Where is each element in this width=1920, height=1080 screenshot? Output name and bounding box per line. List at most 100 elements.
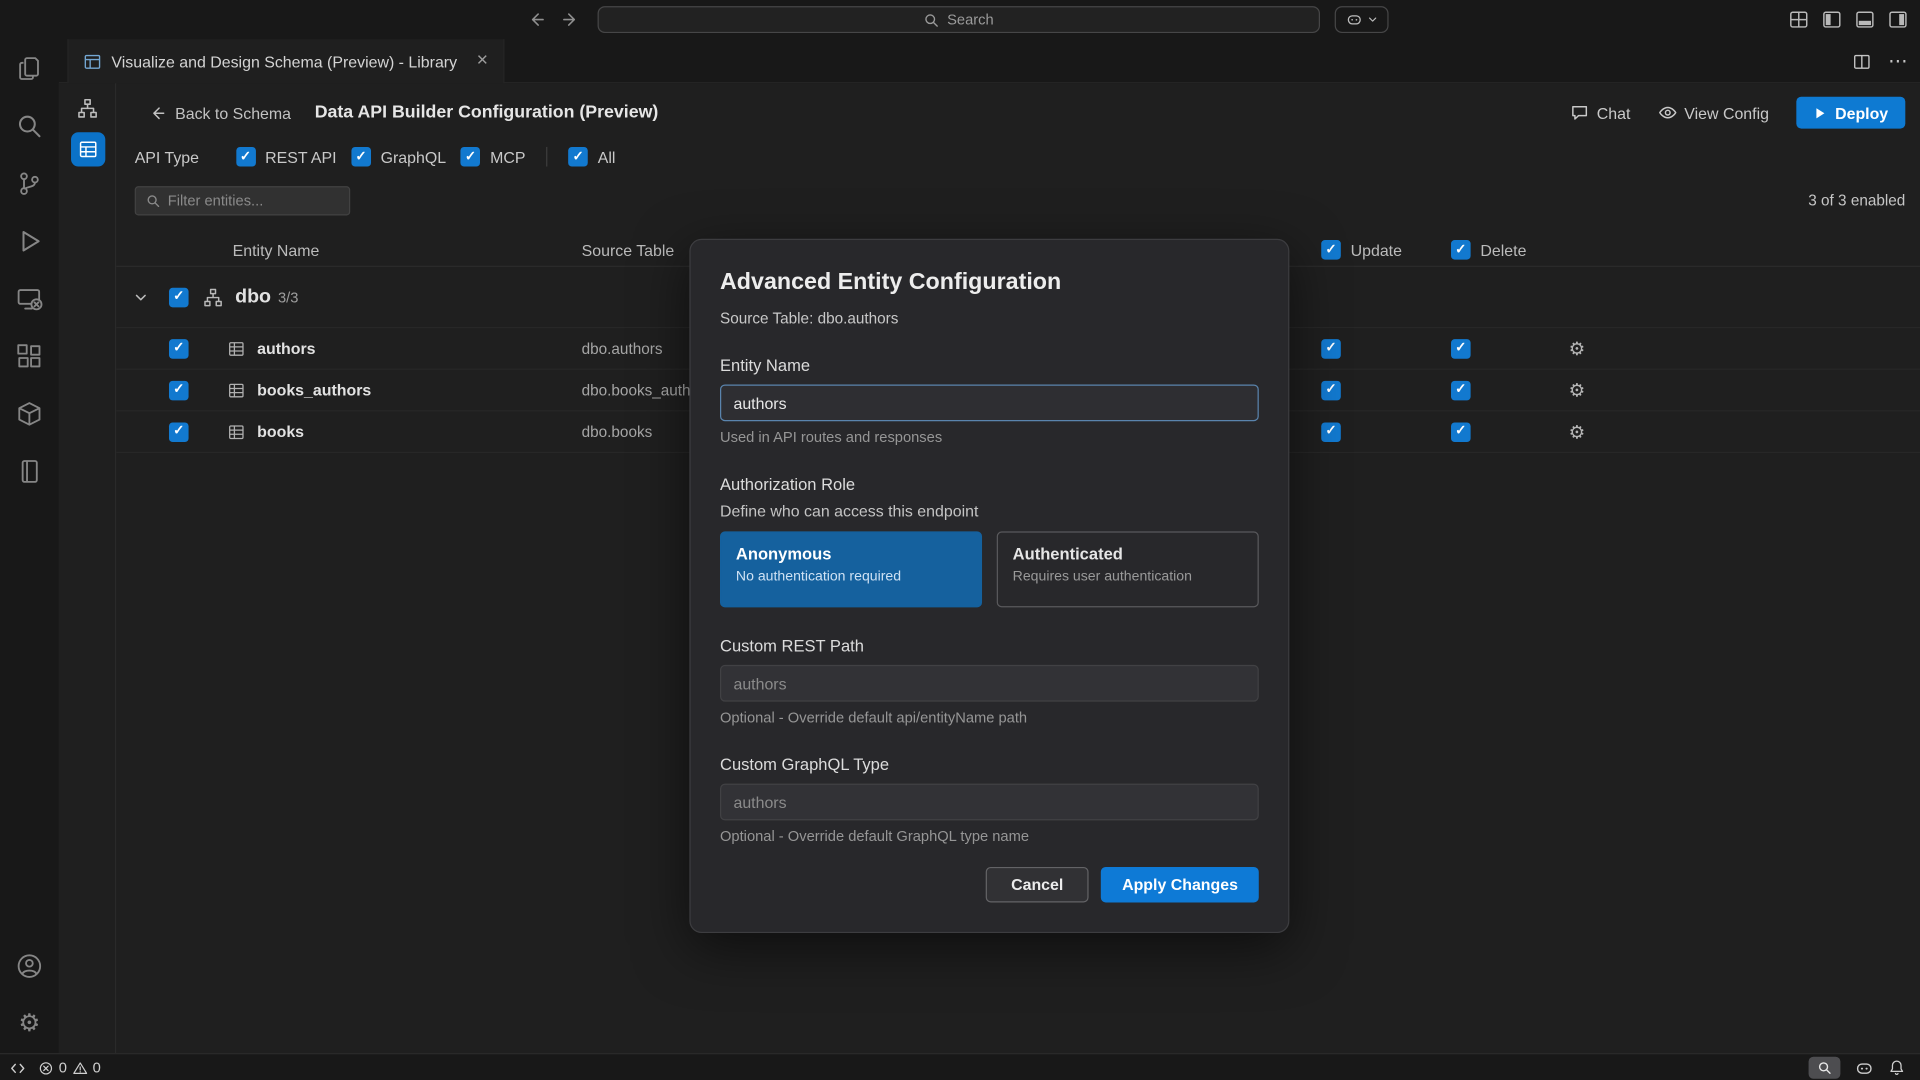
sql-database-icon[interactable] bbox=[0, 442, 59, 500]
authorization-role-label: Authorization Role bbox=[720, 475, 1259, 493]
chevron-down-icon[interactable] bbox=[132, 267, 149, 327]
filter-all[interactable]: All bbox=[568, 147, 615, 167]
entity-name: books bbox=[257, 422, 304, 440]
schema-view-icon[interactable] bbox=[59, 87, 117, 129]
database-projects-icon[interactable] bbox=[0, 384, 59, 442]
update-checkbox[interactable] bbox=[1321, 339, 1341, 359]
delete-checkbox[interactable] bbox=[1451, 339, 1471, 359]
arrow-left-icon bbox=[148, 103, 166, 121]
zoom-indicator[interactable] bbox=[1809, 1057, 1841, 1079]
all-checkbox[interactable] bbox=[568, 147, 588, 167]
page-header: Back to Schema Data API Builder Configur… bbox=[116, 91, 1920, 135]
chat-label: Chat bbox=[1597, 103, 1631, 121]
filter-mcp[interactable]: MCP bbox=[461, 147, 526, 167]
data-api-builder-view-icon[interactable] bbox=[59, 129, 117, 171]
source-control-icon[interactable] bbox=[0, 154, 59, 212]
play-icon bbox=[1813, 106, 1826, 119]
filter-entities-input[interactable] bbox=[168, 192, 358, 209]
editor-actions-more-icon[interactable] bbox=[1888, 49, 1908, 73]
deploy-label: Deploy bbox=[1835, 103, 1888, 121]
dialog-source-table: Source Table: dbo.authors bbox=[720, 310, 1259, 327]
delete-checkbox[interactable] bbox=[1451, 380, 1471, 400]
update-checkbox[interactable] bbox=[1321, 422, 1341, 442]
chat-button[interactable]: Chat bbox=[1570, 103, 1631, 123]
group-count: 3/3 bbox=[278, 288, 298, 305]
entity-source: dbo.books bbox=[582, 423, 653, 440]
mcp-checkbox[interactable] bbox=[461, 147, 481, 167]
api-type-filter-row: API Type REST API GraphQL MCP All bbox=[135, 142, 616, 171]
authorization-role-hint: Define who can access this endpoint bbox=[720, 502, 1259, 520]
graphql-checkbox[interactable] bbox=[351, 147, 371, 167]
role-card-anonymous[interactable]: Anonymous No authentication required bbox=[720, 531, 982, 607]
chevron-down-icon bbox=[1366, 13, 1378, 25]
row-checkbox[interactable] bbox=[169, 422, 189, 442]
toggle-sidebar-icon[interactable] bbox=[1822, 10, 1842, 30]
filter-graphql[interactable]: GraphQL bbox=[351, 147, 446, 167]
run-debug-icon[interactable] bbox=[0, 212, 59, 270]
toggle-panel-icon[interactable] bbox=[1855, 10, 1875, 30]
entity-settings-gear-icon[interactable] bbox=[1569, 370, 1585, 410]
notifications-bell-icon[interactable] bbox=[1888, 1059, 1905, 1076]
table-icon bbox=[228, 370, 245, 410]
entity-source: dbo.authors bbox=[582, 340, 663, 357]
role-card-authenticated[interactable]: Authenticated Requires user authenticati… bbox=[997, 531, 1259, 607]
extensions-icon[interactable] bbox=[0, 327, 59, 385]
divider bbox=[546, 147, 547, 167]
panel-layout-icon[interactable] bbox=[10, 1060, 26, 1076]
explorer-icon[interactable] bbox=[0, 39, 59, 97]
entity-name: authors bbox=[257, 339, 315, 357]
apply-changes-button[interactable]: Apply Changes bbox=[1101, 867, 1259, 903]
entity-settings-gear-icon[interactable] bbox=[1569, 411, 1585, 451]
custom-rest-path-input[interactable] bbox=[720, 665, 1259, 702]
enabled-count: 3 of 3 enabled bbox=[1808, 186, 1905, 215]
cancel-button[interactable]: Cancel bbox=[985, 867, 1089, 903]
activity-bar bbox=[0, 39, 59, 1053]
filter-entities-field[interactable] bbox=[135, 186, 351, 215]
graphql-label: GraphQL bbox=[381, 148, 446, 166]
group-checkbox[interactable] bbox=[169, 287, 189, 307]
custom-graphql-type-input[interactable] bbox=[720, 784, 1259, 821]
role-desc: No authentication required bbox=[736, 569, 966, 584]
tab-close-icon[interactable] bbox=[477, 50, 488, 72]
delete-checkbox[interactable] bbox=[1451, 422, 1471, 442]
customize-layout-icon[interactable] bbox=[1789, 10, 1809, 30]
update-all-checkbox[interactable] bbox=[1321, 240, 1341, 260]
row-checkbox[interactable] bbox=[169, 339, 189, 359]
filter-rest-api[interactable]: REST API bbox=[236, 147, 337, 167]
update-checkbox[interactable] bbox=[1321, 380, 1341, 400]
custom-rest-path-hint: Optional - Override default api/entityNa… bbox=[720, 709, 1259, 726]
error-count: 0 bbox=[59, 1059, 67, 1076]
tab-visualize-design-schema[interactable]: Visualize and Design Schema (Preview) - … bbox=[67, 39, 504, 83]
view-config-button[interactable]: View Config bbox=[1657, 103, 1769, 123]
entity-name-hint: Used in API routes and responses bbox=[720, 429, 1259, 446]
rest-api-label: REST API bbox=[265, 148, 336, 166]
entity-name-input[interactable] bbox=[720, 384, 1259, 421]
table-icon bbox=[228, 411, 245, 451]
page-title: Data API Builder Configuration (Preview) bbox=[315, 91, 659, 135]
settings-gear-icon[interactable] bbox=[0, 994, 59, 1052]
command-center-search[interactable]: Search bbox=[598, 6, 1320, 33]
problems-indicator[interactable]: 0 0 bbox=[38, 1059, 101, 1076]
nav-forward-icon[interactable] bbox=[561, 10, 581, 30]
search-view-icon[interactable] bbox=[0, 97, 59, 155]
deploy-button[interactable]: Deploy bbox=[1796, 97, 1905, 129]
mcp-label: MCP bbox=[490, 148, 525, 166]
rest-api-checkbox[interactable] bbox=[236, 147, 256, 167]
entity-settings-gear-icon[interactable] bbox=[1569, 328, 1585, 368]
nav-back-icon[interactable] bbox=[527, 10, 547, 30]
custom-rest-path-label: Custom REST Path bbox=[720, 637, 1259, 655]
search-label: Search bbox=[947, 11, 994, 28]
accounts-icon[interactable] bbox=[0, 937, 59, 995]
delete-all-checkbox[interactable] bbox=[1451, 240, 1471, 260]
row-checkbox[interactable] bbox=[169, 380, 189, 400]
col-source-table: Source Table bbox=[582, 241, 675, 259]
entities-toolbar: 3 of 3 enabled bbox=[116, 186, 1920, 215]
api-type-label: API Type bbox=[135, 148, 199, 166]
back-to-schema-button[interactable]: Back to Schema bbox=[148, 91, 291, 135]
copilot-status-icon[interactable] bbox=[1855, 1059, 1873, 1077]
toggle-secondary-sidebar-icon[interactable] bbox=[1888, 10, 1908, 30]
remote-explorer-icon[interactable] bbox=[0, 269, 59, 327]
copilot-menu-button[interactable] bbox=[1335, 6, 1389, 33]
split-editor-icon[interactable] bbox=[1853, 52, 1871, 70]
tab-bar: Visualize and Design Schema (Preview) - … bbox=[59, 39, 1920, 83]
